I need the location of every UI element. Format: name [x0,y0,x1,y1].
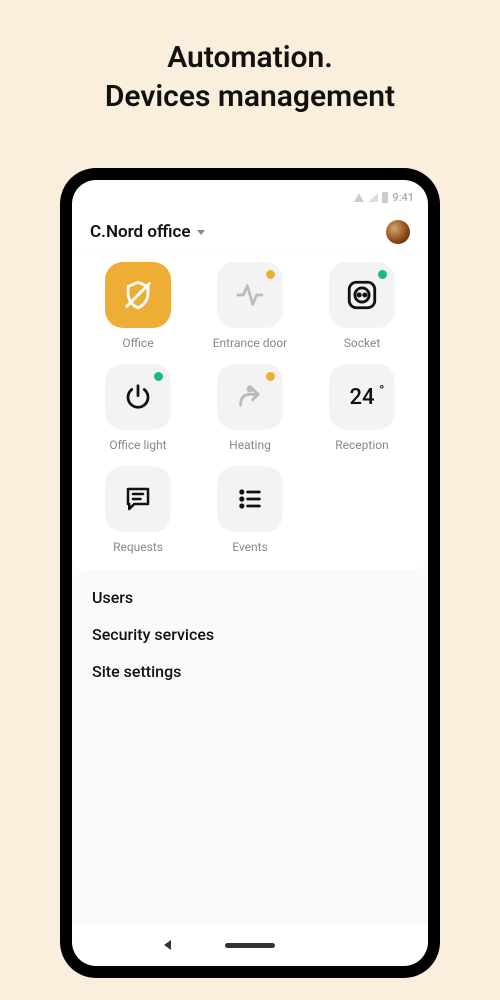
faucet-icon [217,364,283,430]
message-icon [105,466,171,532]
menu-list: Users Security services Site settings [72,570,428,924]
temperature-icon: 24° [329,364,395,430]
location-name: C.Nord office [90,222,191,242]
battery-icon [382,192,388,203]
location-selector[interactable]: C.Nord office [90,222,386,242]
tile-label: Office [122,336,153,350]
tile-label: Heating [229,438,271,452]
menu-security-services[interactable]: Security services [92,625,408,644]
phone-frame: 9:41 C.Nord office Office [60,168,440,978]
tile-label: Entrance door [213,336,288,350]
power-icon [105,364,171,430]
signal-icon [368,193,378,202]
android-nav-bar [72,924,428,966]
tile-events[interactable]: Events [198,462,302,554]
nav-back-icon[interactable] [164,940,171,950]
headline-line2: Devices management [0,77,500,116]
tile-label: Requests [113,540,163,554]
status-dot [154,372,163,381]
tile-reception[interactable]: 24° Reception [310,360,414,452]
headline-line1: Automation. [0,38,500,77]
page-headline: Automation. Devices management [0,0,500,116]
chevron-down-icon [197,230,205,235]
status-bar: 9:41 [72,180,428,214]
tile-entrance-door[interactable]: Entrance door [198,258,302,350]
status-dot [378,270,387,279]
devices-section: Office Entrance door [72,254,428,570]
tile-office-light[interactable]: Office light [86,360,190,452]
shield-off-icon [105,262,171,328]
activity-icon [217,262,283,328]
tile-requests[interactable]: Requests [86,462,190,554]
device-grid: Office Entrance door [86,258,414,554]
screen: 9:41 C.Nord office Office [72,180,428,966]
menu-site-settings[interactable]: Site settings [92,662,408,681]
tile-label: Reception [335,438,388,452]
tile-label: Office light [109,438,166,452]
tile-label: Socket [344,336,381,350]
tile-label: Events [232,540,268,554]
tile-office[interactable]: Office [86,258,190,350]
status-dot [266,372,275,381]
socket-icon [329,262,395,328]
status-time: 9:41 [392,191,414,204]
tile-socket[interactable]: Socket [310,258,414,350]
top-bar: C.Nord office [72,214,428,254]
tile-heating[interactable]: Heating [198,360,302,452]
temperature-value: 24° [349,385,374,410]
menu-users[interactable]: Users [92,588,408,607]
nav-home-icon[interactable] [225,943,275,948]
avatar[interactable] [386,220,410,244]
wifi-icon [354,193,364,202]
list-icon [217,466,283,532]
status-dot [266,270,275,279]
